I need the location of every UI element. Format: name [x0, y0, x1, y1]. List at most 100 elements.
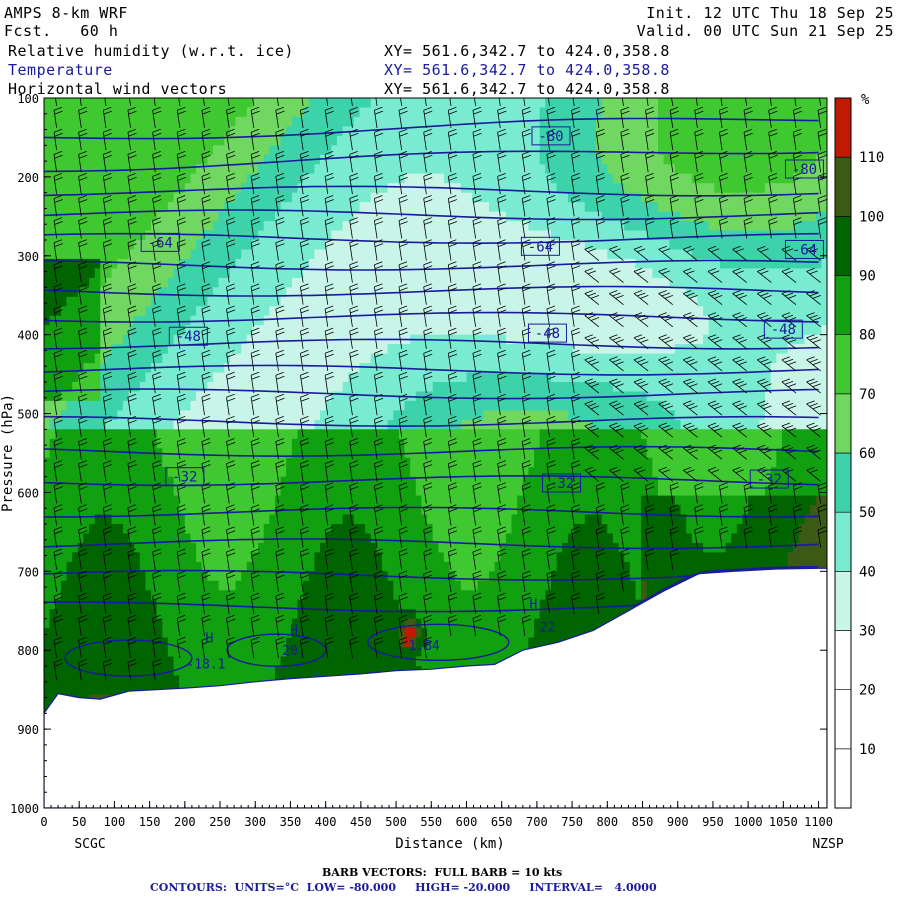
rh-cell	[286, 353, 293, 364]
rh-cell	[184, 552, 191, 563]
rh-cell	[376, 315, 383, 326]
rh-cell	[134, 647, 141, 658]
rh-cell	[258, 135, 265, 146]
rh-cell	[60, 476, 68, 487]
rh-cell	[60, 609, 68, 620]
rh-cell	[196, 183, 203, 194]
rh-cell	[382, 192, 389, 203]
rh-cell	[66, 467, 73, 478]
rh-cell	[353, 628, 360, 639]
rh-cell	[393, 486, 400, 497]
rh-cell	[286, 372, 293, 383]
rh-cell	[213, 552, 220, 563]
rh-cell	[314, 211, 321, 222]
rh-cell	[376, 135, 383, 146]
rh-cell	[303, 277, 310, 288]
rh-cell	[336, 145, 344, 156]
rh-cell	[291, 561, 299, 572]
rh-cell	[184, 590, 191, 601]
rh-cell	[393, 429, 400, 440]
rh-cell	[308, 561, 315, 572]
rh-cell	[122, 467, 130, 478]
rh-cell	[83, 590, 90, 601]
rh-cell	[201, 647, 208, 658]
rh-cell	[303, 211, 310, 222]
rh-cell	[370, 656, 377, 667]
rh-cell	[213, 116, 220, 127]
rh-cell	[286, 334, 293, 345]
rh-cell	[410, 230, 417, 241]
rh-cell	[286, 580, 293, 591]
rh-cell	[393, 552, 400, 563]
rh-cell	[263, 571, 270, 582]
rh-cell	[410, 296, 417, 307]
rh-cell	[269, 230, 276, 241]
rh-cell	[218, 486, 225, 497]
rh-cell	[66, 107, 73, 118]
rh-cell	[173, 173, 180, 184]
rh-cell	[117, 524, 124, 535]
rh-cell	[410, 183, 417, 194]
rh-cell	[314, 145, 321, 156]
rh-cell	[336, 211, 344, 222]
rh-cell	[190, 221, 197, 232]
rh-cell	[139, 609, 146, 620]
rh-cell	[258, 467, 265, 478]
rh-cell	[410, 400, 417, 411]
rh-cell	[235, 372, 242, 383]
rh-cell	[218, 647, 225, 658]
rh-cell	[336, 400, 344, 411]
rh-cell	[207, 296, 214, 307]
rh-cell	[314, 495, 321, 506]
rh-cell	[196, 372, 203, 383]
rh-cell	[410, 524, 417, 535]
rh-cell	[66, 145, 73, 156]
rh-cell	[235, 116, 242, 127]
rh-cell	[89, 258, 96, 269]
rh-cell	[393, 656, 400, 667]
rh-cell	[106, 675, 113, 686]
rh-cell	[218, 363, 225, 374]
rh-cell	[139, 438, 146, 449]
rh-cell	[280, 542, 287, 553]
rh-cell	[382, 561, 389, 572]
rh-cell	[404, 344, 411, 355]
rh-cell	[213, 448, 220, 459]
rh-cell	[353, 325, 360, 336]
rh-cell	[393, 599, 400, 610]
rh-cell	[44, 287, 51, 298]
rh-cell	[269, 164, 276, 175]
rh-cell	[241, 268, 248, 279]
rh-cell	[184, 192, 191, 203]
rh-cell	[44, 647, 51, 658]
rh-cell	[387, 249, 394, 260]
rh-cell	[286, 192, 293, 203]
rh-cell	[393, 590, 400, 601]
rh-cell	[145, 438, 152, 449]
rh-cell	[269, 419, 276, 430]
rh-cell	[314, 173, 321, 184]
rh-cell	[179, 514, 186, 525]
rh-cell	[218, 306, 225, 317]
rh-cell	[196, 268, 203, 279]
rh-cell	[336, 116, 344, 127]
rh-cell	[134, 192, 141, 203]
rh-cell	[72, 240, 79, 251]
rh-cell	[314, 116, 321, 127]
rh-cell	[89, 249, 96, 260]
rh-cell	[167, 656, 175, 667]
rh-cell	[404, 296, 411, 307]
rh-cell	[139, 315, 146, 326]
rh-cell	[162, 656, 169, 667]
rh-cell	[66, 116, 73, 127]
rh-cell	[359, 325, 366, 336]
rh-cell	[167, 268, 175, 279]
rh-cell	[207, 258, 214, 269]
rh-cell	[286, 429, 293, 440]
rh-cell	[190, 391, 197, 402]
rh-cell	[162, 192, 169, 203]
rh-cell	[167, 628, 175, 639]
rh-cell	[184, 514, 191, 525]
rh-cell	[179, 268, 186, 279]
rh-cell	[72, 533, 79, 544]
